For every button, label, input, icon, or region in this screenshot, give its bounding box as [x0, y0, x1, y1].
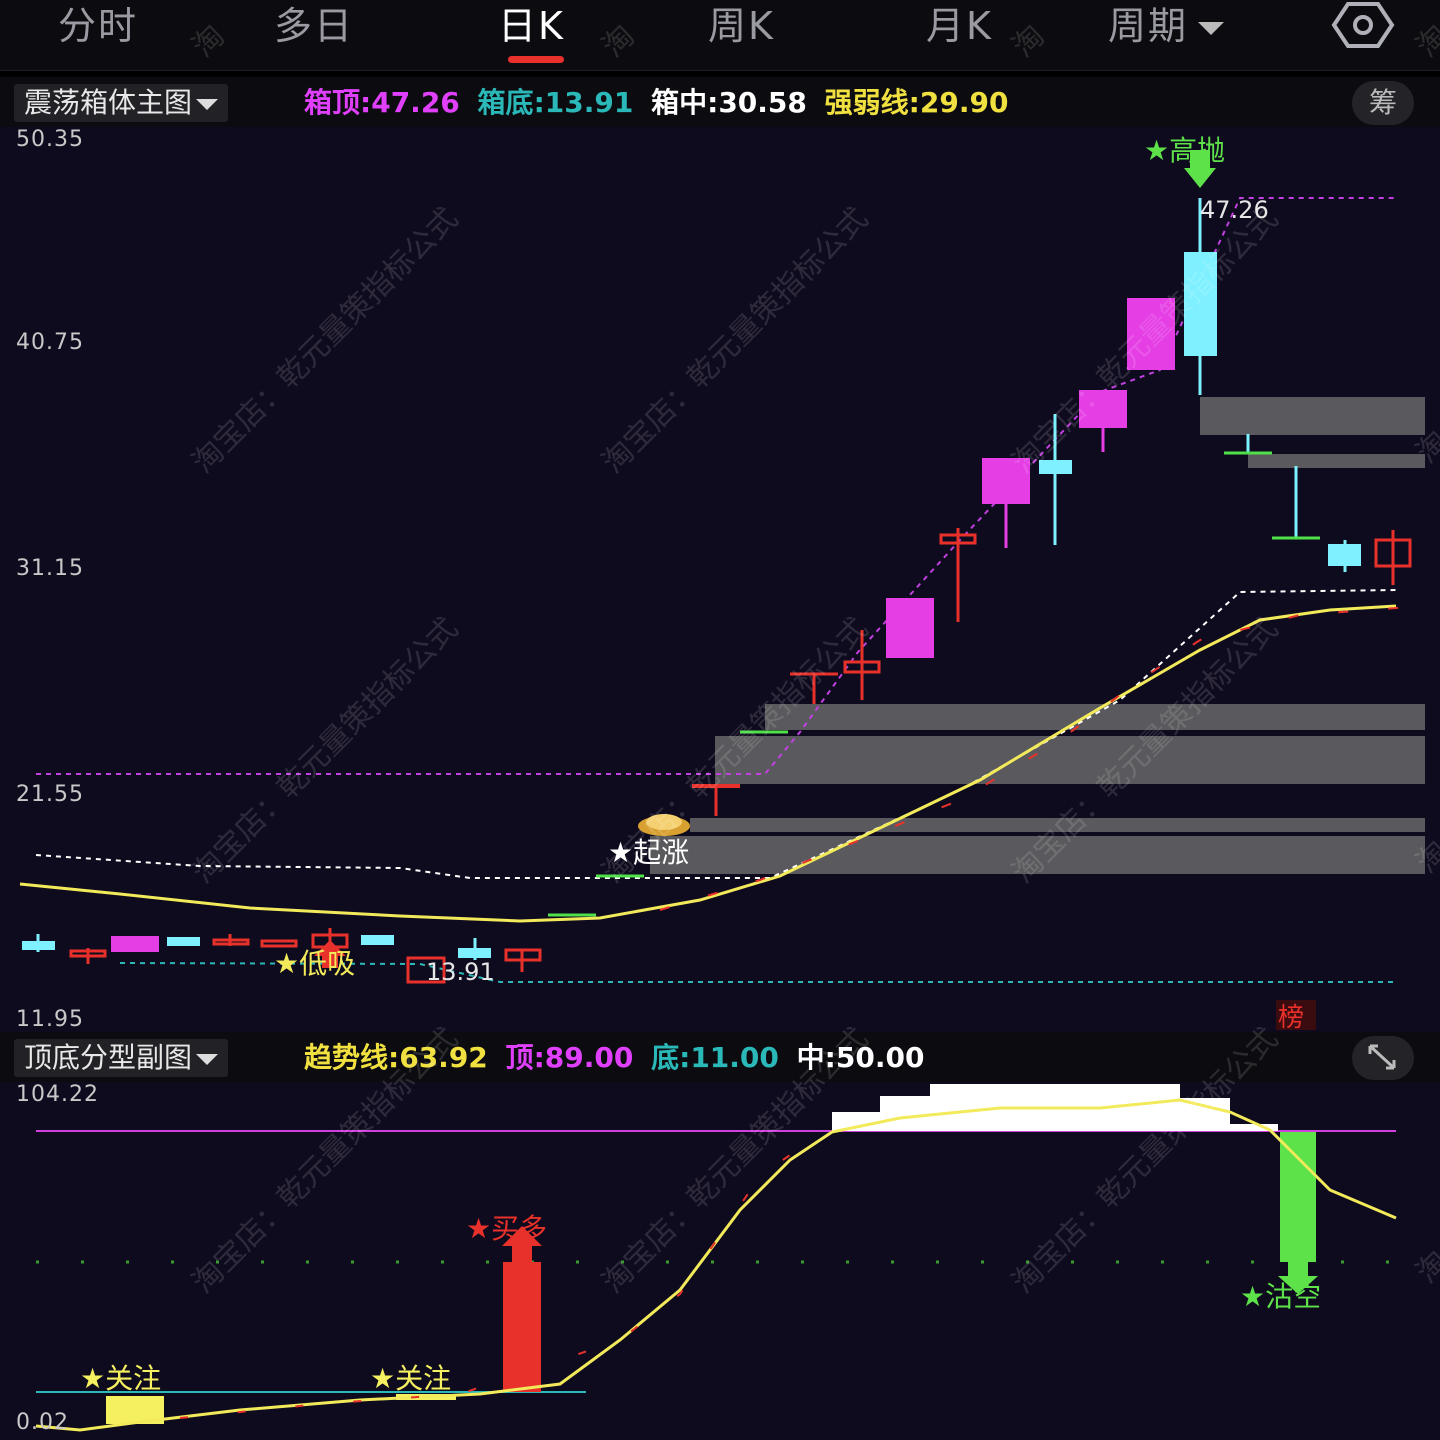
legend-label: 箱底 [477, 86, 534, 119]
tab-period-dropdown[interactable]: 周期 [1108, 2, 1225, 50]
chevron-down-icon [1198, 22, 1225, 35]
legend-value: 29.90 [919, 86, 1009, 119]
candlestick-chart: ★高抛 47.26 ★起涨 ★低吸 13.91 榜 [0, 127, 1440, 1032]
main-indicator-name: 震荡箱体主图 [24, 86, 193, 119]
resistance-zone [1200, 397, 1425, 435]
legend-middle: 中:50.00 [796, 1041, 925, 1074]
tab-period-label: 周期 [1108, 4, 1189, 48]
signal-watch-1: ★关注 [80, 1362, 161, 1395]
legend-box-bottom: 箱底:13.91 [477, 86, 634, 119]
sub-chart-area[interactable]: ★关注 ★关注 ★买多 ★沽空 104.22 0.02 [0, 1082, 1440, 1440]
legend-value: 63.92 [399, 1041, 488, 1074]
fractal-indicator-chart: ★关注 ★关注 ★买多 ★沽空 [0, 1082, 1440, 1440]
signal-watch-2: ★关注 [370, 1362, 451, 1395]
chevron-down-icon [196, 98, 219, 110]
resistance-zone [1248, 454, 1425, 468]
legend-value: 89.00 [544, 1041, 634, 1074]
sub-legend: 趋势线:63.92 顶:89.00 底:11.00 中:50.00 [304, 1039, 924, 1077]
legend-label: 强弱线 [824, 86, 909, 119]
legend-top: 顶:89.00 [505, 1041, 634, 1074]
legend-value: 47.26 [371, 86, 460, 119]
expand-icon [1368, 1044, 1396, 1070]
tab-intraday[interactable]: 分时 [58, 2, 138, 50]
signal-low-buy: ★低吸 [274, 947, 355, 980]
active-tab-indicator [508, 56, 564, 63]
period-tab-bar: 分时 多日 日K 周K 月K 周期 [0, 0, 1440, 71]
box-top-price-label: 47.26 [1200, 196, 1269, 224]
main-chart-header: 震荡箱体主图 箱顶:47.26 箱底:13.91 箱中:30.58 强弱线:29… [0, 77, 1440, 127]
y-axis-tick: 104.22 [16, 1082, 99, 1107]
legend-label: 箱中 [651, 86, 708, 119]
legend-value: 13.91 [544, 86, 634, 119]
main-legend: 箱顶:47.26 箱底:13.91 箱中:30.58 强弱线:29.90 [304, 84, 1008, 122]
legend-label: 箱顶 [304, 86, 361, 119]
legend-value: 50.00 [835, 1041, 925, 1074]
legend-trend-line: 趋势线:63.92 [304, 1041, 488, 1074]
tab-daily-k[interactable]: 日K [498, 2, 565, 50]
main-indicator-selector[interactable]: 震荡箱体主图 [14, 84, 229, 122]
expand-button[interactable] [1352, 1036, 1414, 1080]
legend-box-middle: 箱中:30.58 [651, 86, 807, 119]
support-zone [765, 704, 1425, 730]
tab-weekly-k[interactable]: 周K [708, 2, 775, 50]
main-chart-area[interactable]: ★高抛 47.26 ★起涨 ★低吸 13.91 榜 50.35 40.75 31… [0, 127, 1440, 1032]
sub-indicator-name: 顶底分型副图 [24, 1041, 193, 1074]
settings-icon[interactable] [1330, 0, 1396, 50]
y-axis-tick: 11.95 [16, 1007, 84, 1032]
support-zone [690, 818, 1425, 832]
legend-label: 中 [796, 1041, 825, 1074]
support-zone [650, 836, 1425, 874]
box-bottom-price-label: 13.91 [426, 958, 495, 986]
legend-bottom: 底:11.00 [651, 1041, 779, 1074]
signal-short-sell: ★沽空 [1240, 1280, 1321, 1313]
tab-monthly-k[interactable]: 月K [926, 2, 993, 50]
support-zone [715, 736, 1425, 784]
legend-label: 底 [651, 1041, 680, 1074]
legend-strength-line: 强弱线:29.90 [824, 86, 1009, 119]
legend-value: 11.00 [690, 1041, 779, 1074]
y-axis-tick: 40.75 [16, 330, 84, 355]
legend-box-top: 箱顶:47.26 [304, 86, 460, 119]
buy-bar [503, 1262, 541, 1392]
y-axis-tick: 21.55 [16, 782, 84, 807]
signal-buy-long: ★买多 [466, 1212, 547, 1245]
chevron-down-icon [196, 1053, 219, 1065]
legend-value: 30.58 [718, 86, 807, 119]
y-axis-tick: 31.15 [16, 556, 84, 581]
chip-distribution-button[interactable]: 筹 [1352, 81, 1414, 125]
legend-label: 趋势线 [304, 1041, 389, 1074]
legend-label: 顶 [505, 1041, 534, 1074]
y-axis-tick: 0.02 [16, 1410, 69, 1435]
tab-multi-day[interactable]: 多日 [274, 2, 354, 50]
y-axis-tick: 50.35 [16, 127, 84, 152]
sell-bar [1280, 1132, 1316, 1262]
signal-high-sell: ★高抛 [1144, 134, 1225, 167]
sub-indicator-selector[interactable]: 顶底分型副图 [14, 1039, 229, 1077]
signal-start-rise: ★起涨 [608, 836, 689, 869]
rank-badge: 榜 [1278, 1003, 1304, 1032]
sub-chart-header: 顶底分型副图 趋势线:63.92 顶:89.00 底:11.00 中:50.00 [0, 1032, 1440, 1082]
